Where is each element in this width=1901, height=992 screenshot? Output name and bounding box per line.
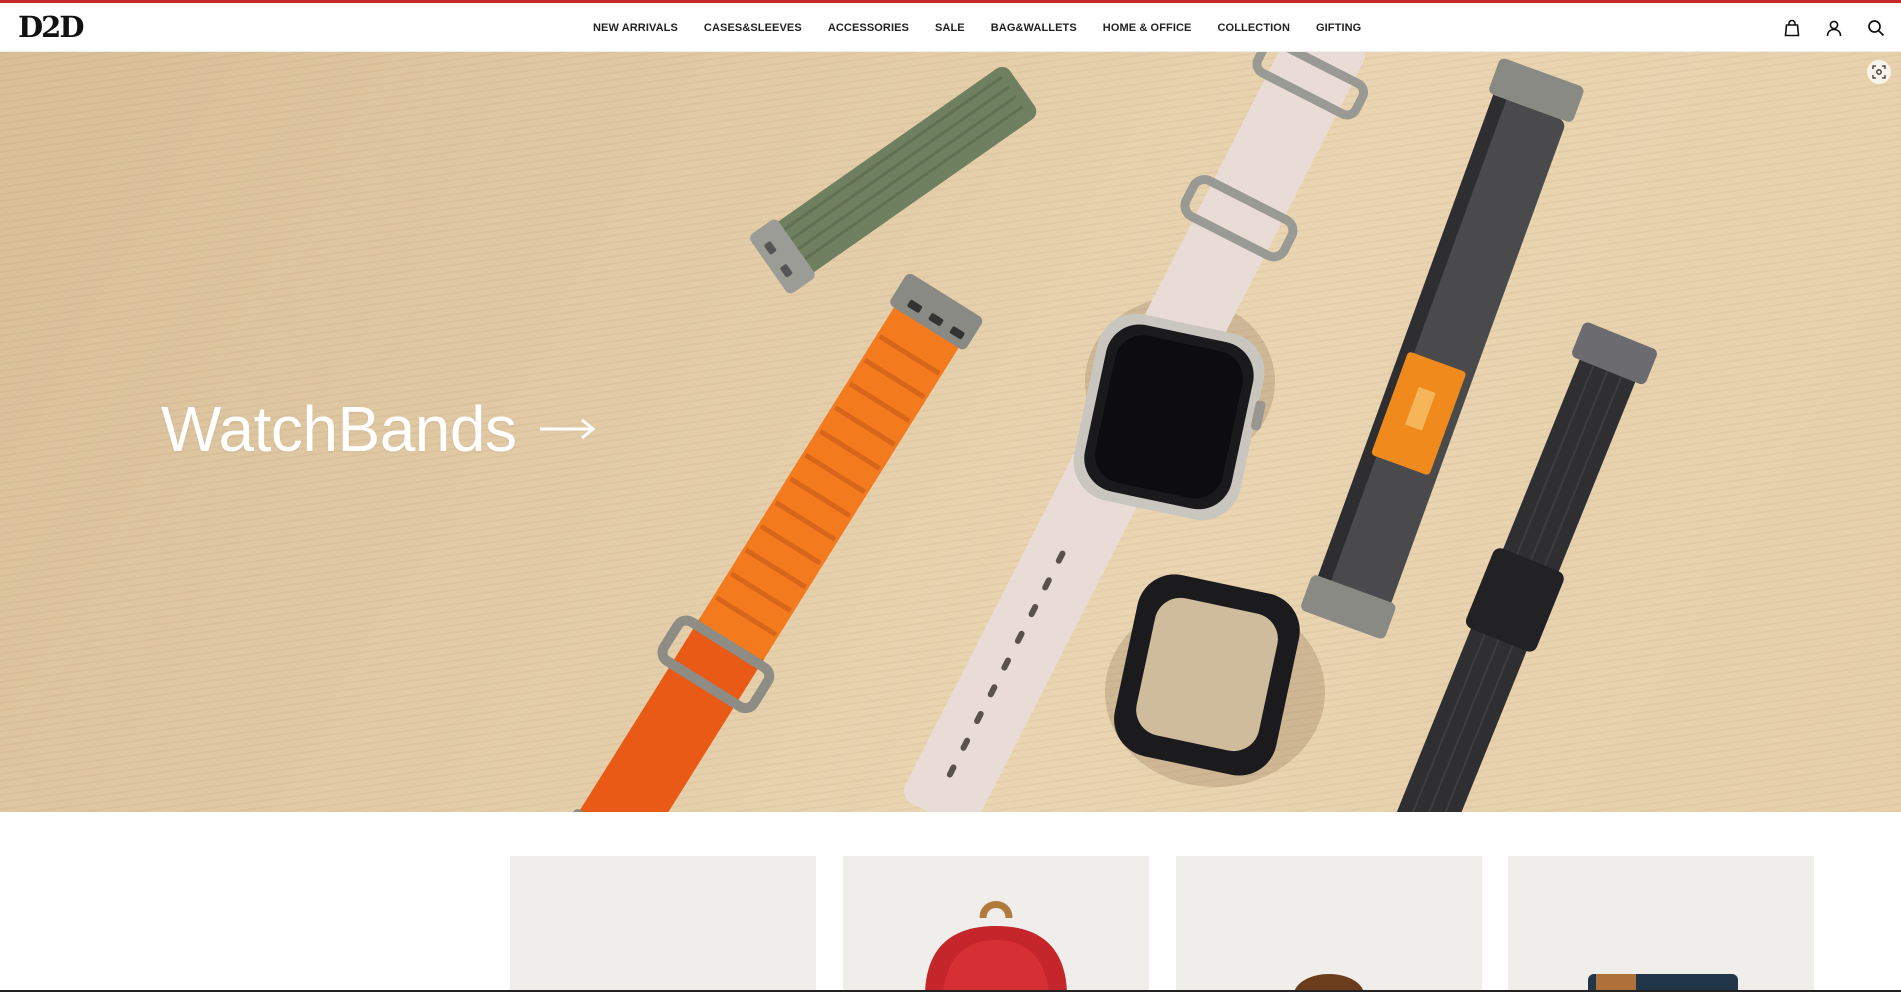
account-icon[interactable] [1823,17,1845,39]
nav-item-home-office[interactable]: HOME & OFFICE [1090,22,1205,34]
brand-logo[interactable]: D2D [18,12,84,42]
bag-icon[interactable] [1781,17,1803,39]
site-header: D2D NEW ARRIVALS CASES&SLEEVES ACCESSORI… [0,3,1901,52]
image-scan-icon[interactable] [1867,60,1891,84]
hero-banner[interactable]: WatchBands [0,52,1901,812]
product-card[interactable] [1508,856,1814,992]
nav-item-collection[interactable]: COLLECTION [1205,22,1304,34]
product-card[interactable] [843,856,1149,992]
product-card[interactable] [1176,856,1482,992]
nav-item-gifting[interactable]: GIFTING [1303,22,1374,34]
hero-title-link[interactable]: WatchBands [161,392,596,466]
nav-item-sale[interactable]: SALE [922,22,978,34]
navy-wallet-image [1588,974,1738,992]
search-icon[interactable] [1865,17,1887,39]
product-grid [0,812,1901,992]
leather-item-image [1294,974,1364,992]
green-band [750,66,1037,294]
nav-item-bag-wallets[interactable]: BAG&WALLETS [978,22,1090,34]
nav-item-cases-sleeves[interactable]: CASES&SLEEVES [691,22,815,34]
nav-item-new-arrivals[interactable]: NEW ARRIVALS [580,22,691,34]
nav-item-accessories[interactable]: ACCESSORIES [815,22,922,34]
arrow-right-icon [540,418,596,440]
header-actions [1781,3,1887,52]
main-nav: NEW ARRIVALS CASES&SLEEVES ACCESSORIES S… [580,3,1374,52]
orange-band [558,273,983,812]
hero-title: WatchBands [161,393,517,465]
red-backpack-image [925,901,1067,992]
product-card[interactable] [510,856,816,992]
